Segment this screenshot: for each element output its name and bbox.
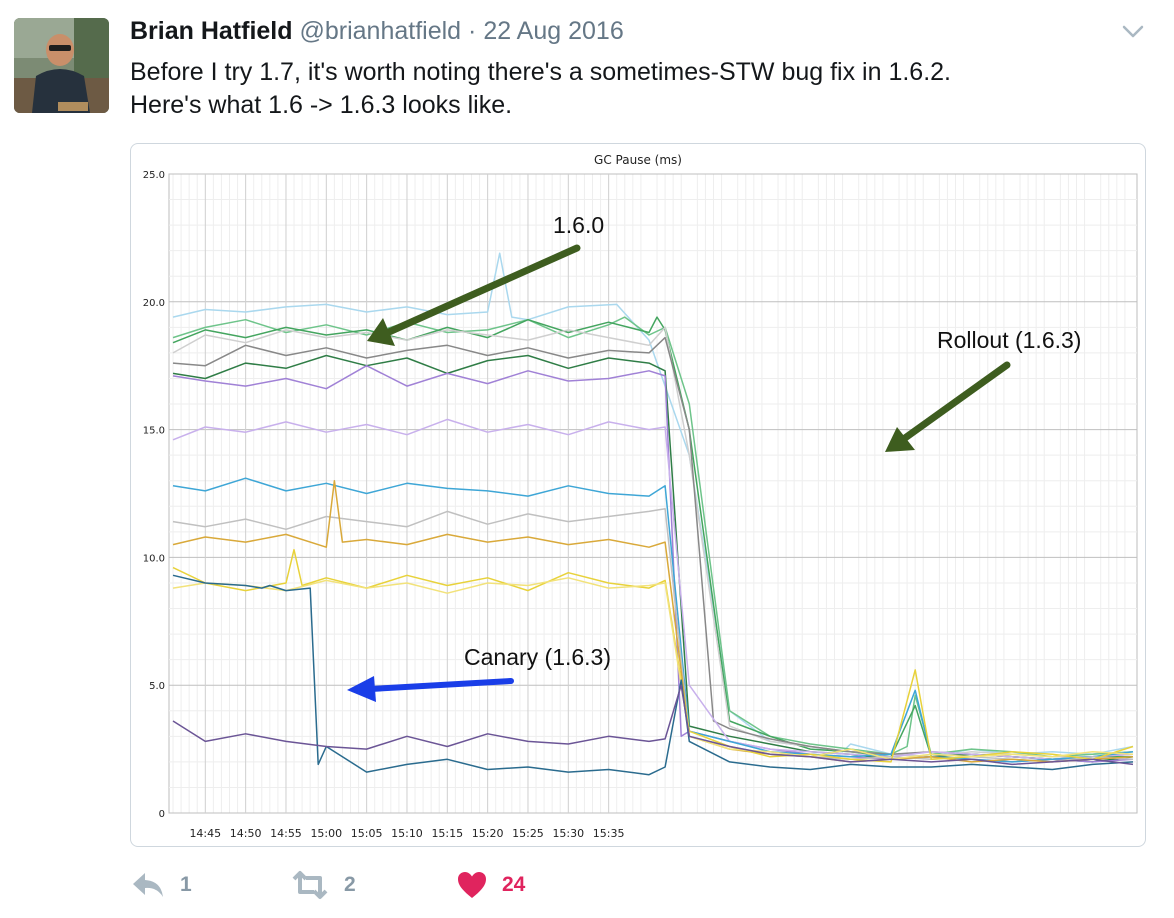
x-axis-ticks: 14:45 14:50 14:55 15:00 15:05 15:10 15:15 15:20… [189, 827, 624, 840]
retweet-icon [292, 871, 328, 899]
reply-button[interactable]: 1 [130, 862, 192, 908]
x-tick-label: 15:30 [552, 827, 584, 840]
x-tick-label: 14:50 [230, 827, 262, 840]
y-tick-label: 10.0 [143, 553, 165, 564]
tweet-text-line-2: Here's what 1.6 -> 1.6.3 looks like. [130, 91, 513, 119]
x-tick-label: 15:15 [431, 827, 463, 840]
y-axis-ticks: 25.0 20.0 15.0 10.0 5.0 0 [143, 170, 165, 820]
x-tick-label: 15:10 [391, 827, 423, 840]
y-tick-label: 25.0 [143, 170, 165, 181]
like-button[interactable]: 24 [456, 862, 525, 908]
avatar[interactable] [14, 18, 109, 113]
annotation-1-6-0: 1.6.0 [553, 212, 604, 238]
y-tick-label: 15.0 [143, 426, 165, 437]
y-tick-label: 0 [159, 809, 165, 820]
x-tick-label: 14:55 [270, 827, 302, 840]
annotation-rollout: Rollout (1.6.3) [937, 327, 1081, 353]
avatar-photo [14, 18, 109, 113]
tweet-text: Before I try 1.7, it's worth noting ther… [130, 56, 951, 122]
annotation-canary: Canary (1.6.3) [464, 644, 611, 670]
y-tick-label: 20.0 [143, 298, 165, 309]
x-tick-label: 15:20 [472, 827, 504, 840]
gc-pause-chart: GC Pause (ms) 25.0 20.0 15.0 10.0 5.0 0 14:45… [143, 153, 1138, 840]
tweet-text-line-1: Before I try 1.7, it's worth noting ther… [130, 58, 951, 86]
tweet-actions: 1 2 24 [130, 862, 730, 908]
x-tick-label: 15:25 [512, 827, 544, 840]
chart-title: GC Pause (ms) [594, 153, 682, 167]
more-options-button[interactable] [1118, 18, 1148, 44]
x-tick-label: 15:35 [593, 827, 625, 840]
x-tick-label: 15:00 [310, 827, 342, 840]
x-tick-label: 15:05 [351, 827, 383, 840]
x-tick-label: 14:45 [189, 827, 221, 840]
chevron-down-icon [1122, 25, 1144, 38]
reply-count: 1 [180, 873, 192, 896]
y-tick-label: 5.0 [149, 681, 165, 692]
author-name[interactable]: Brian Hatfield [130, 17, 293, 45]
tweet-media-chart[interactable]: GC Pause (ms) 25.0 20.0 15.0 10.0 5.0 0 14:45… [130, 143, 1146, 847]
retweet-button[interactable]: 2 [290, 862, 356, 908]
reply-icon [133, 873, 163, 897]
tweet-header: Brian Hatfield @brianhatfield · 22 Aug 2… [130, 16, 624, 46]
header-separator: · [468, 17, 477, 45]
like-count: 24 [502, 873, 526, 896]
retweet-count: 2 [344, 873, 356, 896]
author-handle[interactable]: @brianhatfield [299, 17, 461, 45]
tweet-date[interactable]: 22 Aug 2016 [483, 17, 623, 45]
heart-icon [458, 872, 486, 898]
